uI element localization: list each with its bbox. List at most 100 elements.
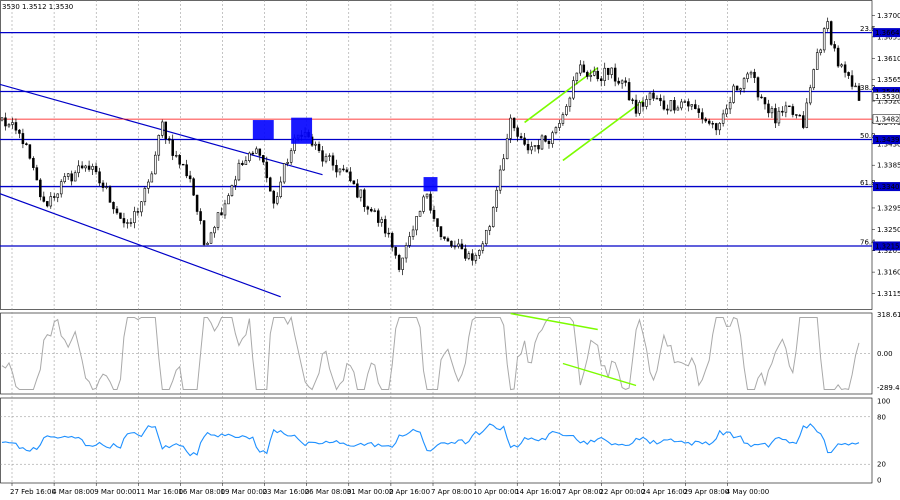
candle-body — [213, 227, 216, 234]
candle-body — [373, 210, 377, 212]
candle-body — [725, 108, 728, 115]
current-price-badge-text: 1.3530 — [875, 93, 900, 101]
candle-body — [119, 212, 122, 219]
candle-body — [18, 129, 21, 134]
candle-body — [275, 196, 279, 204]
time-tick-label: 16 Mar 08:00 — [178, 488, 225, 496]
candle-body — [498, 169, 502, 191]
candle-body — [714, 123, 718, 131]
candle-body — [397, 254, 401, 270]
candle-body — [561, 114, 565, 124]
candle-body — [850, 75, 854, 87]
candle-body — [331, 155, 335, 166]
candle-body — [777, 110, 781, 124]
candle-body — [432, 209, 436, 219]
candle-body — [638, 102, 641, 114]
candle-body — [4, 117, 7, 127]
candle-body — [648, 92, 652, 100]
candle-body — [87, 165, 91, 170]
candle-body — [808, 87, 812, 104]
candle-body — [251, 152, 255, 155]
candle-body — [728, 102, 732, 110]
candle-body — [586, 71, 589, 77]
candle-body — [289, 150, 293, 163]
candle-body — [282, 163, 286, 183]
candle-body — [547, 140, 551, 144]
candle-body — [237, 162, 241, 181]
candle-body — [80, 165, 84, 169]
fib-price-badge-text: 1.3439 — [875, 136, 900, 144]
candle-body — [767, 103, 770, 114]
cci-bottom-label: -289.493 — [877, 384, 900, 392]
candle-body — [164, 121, 168, 139]
candle-body — [404, 245, 408, 259]
candle-body — [603, 67, 606, 81]
candle-body — [220, 212, 223, 216]
price-tick-label: 1.3385 — [877, 162, 900, 170]
candle-body — [188, 175, 192, 180]
candle-body — [199, 211, 202, 221]
chart-root: 3530 1.3512 1.3530 1.3700 1.3655 1.3610 1.35… — [0, 0, 900, 500]
candle-body — [418, 211, 422, 217]
candle-body — [770, 108, 774, 114]
candle-body — [286, 162, 289, 164]
candle-body — [154, 154, 157, 175]
candle-body — [676, 107, 680, 111]
candle-body — [181, 163, 185, 166]
candle-body — [812, 69, 816, 89]
candle-body — [248, 152, 251, 161]
candle-body — [634, 99, 638, 114]
candle-body — [94, 166, 98, 173]
candle-body — [572, 80, 575, 99]
candle-body — [523, 137, 526, 145]
candle-body — [540, 135, 544, 150]
candle-body — [833, 44, 836, 49]
candle-body — [788, 105, 791, 108]
candle-body — [195, 194, 199, 212]
candle-body — [530, 146, 533, 151]
fib-price-badge-text: 1.3664 — [875, 29, 900, 37]
candle-body — [565, 106, 568, 115]
candle-body — [140, 201, 143, 213]
candle-body — [464, 248, 467, 259]
candle-body — [150, 173, 154, 183]
candle-body — [352, 180, 356, 185]
candle-body — [255, 148, 258, 154]
candle-body — [840, 64, 843, 67]
candle-body — [59, 181, 63, 195]
candle-body — [537, 145, 540, 150]
candle-body — [641, 102, 645, 107]
candle-body — [115, 208, 119, 214]
candle-body — [620, 80, 624, 84]
candle-body — [439, 226, 443, 238]
candle-body — [760, 96, 763, 99]
candle-body — [342, 168, 345, 171]
rsi-tick-label: 0 — [877, 477, 881, 485]
time-tick-label: 4 May 00:00 — [726, 488, 770, 496]
candle-body — [711, 123, 714, 125]
candle-body — [659, 97, 662, 102]
candle-body — [143, 188, 147, 203]
candle-body — [52, 196, 56, 198]
candle-body — [805, 102, 809, 128]
candle-body — [370, 208, 373, 212]
candle-body — [258, 148, 262, 156]
cci-zero-label: 0.00 — [877, 350, 893, 358]
candle-body — [359, 189, 363, 198]
candle-body — [28, 144, 32, 159]
time-tick-label: 9 Mar 00:00 — [94, 488, 136, 496]
candle-body — [481, 243, 485, 251]
candle-body — [387, 232, 390, 235]
candle-body — [429, 193, 432, 211]
candle-body — [694, 104, 697, 110]
candle-body — [453, 245, 457, 248]
chart-header: 3530 1.3512 1.3530 — [2, 3, 73, 11]
time-tick-label: 23 Mar 16:00 — [263, 488, 310, 496]
candle-body — [836, 47, 840, 67]
candle-body — [791, 106, 795, 115]
candle-body — [192, 178, 195, 196]
candle-body — [596, 70, 600, 80]
price-tick-label: 1.3565 — [877, 76, 900, 84]
candle-body — [46, 201, 49, 207]
candle-body — [39, 179, 42, 198]
